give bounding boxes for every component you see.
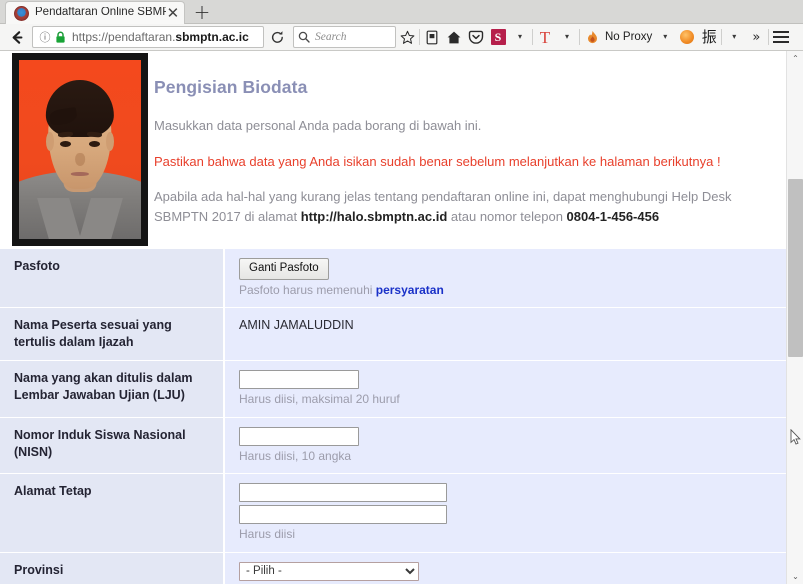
search-input[interactable]: Search (293, 26, 396, 48)
mouse-cursor-icon (790, 429, 801, 445)
row-value-nama-ijazah: AMIN JAMALUDDIN (224, 307, 786, 362)
t-extension-dropdown[interactable]: ▾ (556, 24, 578, 50)
scroll-up-arrow-icon[interactable]: ⌃ (787, 51, 803, 66)
table-row: Alamat Tetap Harus diisi (0, 473, 786, 553)
row-value-provinsi: - Pilih - Pilih salah satu (224, 551, 786, 584)
scrollbar-thumb[interactable] (788, 179, 803, 357)
library-icon[interactable] (421, 24, 443, 50)
url-prefix: https://pendaftaran. (72, 30, 176, 44)
browser-window: Pendaftaran Online SBMP… ✕ + ⓘ https://p… (0, 0, 803, 584)
intro-help: Apabila ada hal-hal yang kurang jelas te… (154, 187, 778, 226)
vertical-scrollbar[interactable]: ⌃ ⌄ (786, 51, 803, 584)
help-line-2-b: atau nomor telepon (447, 208, 567, 224)
intro-lead: Masukkan data personal Anda pada borang … (154, 118, 482, 133)
url-domain: sbmptn.ac.ic (175, 30, 249, 44)
table-row: Nomor Induk Siswa Nasional (NISN) Harus … (0, 416, 786, 475)
url-bar[interactable]: ⓘ https://pendaftaran.sbmptn.ac.ic (32, 26, 264, 48)
intro-block: Pengisian Biodata Masukkan data personal… (154, 77, 778, 226)
help-line-1: Apabila ada hal-hal yang kurang jelas te… (154, 189, 699, 204)
alamat-tetap-line2-input[interactable] (239, 505, 447, 525)
provinsi-select[interactable]: - Pilih - (239, 561, 419, 581)
toolbar-separator-4 (721, 29, 723, 45)
table-row: Nama Peserta sesuai yang tertulis dalam … (0, 307, 786, 362)
tab-pendaftaran-online-sbmptn[interactable]: Pendaftaran Online SBMP… ✕ (5, 1, 185, 24)
row-value-nisn: Harus diisi, 10 angka (224, 416, 786, 475)
lock-icon (53, 29, 68, 45)
new-tab-button[interactable]: + (189, 2, 215, 22)
s-extension-dropdown[interactable]: ▾ (509, 24, 531, 50)
row-label-provinsi: Provinsi (0, 551, 225, 584)
nisn-input[interactable] (239, 426, 359, 446)
search-icon (298, 31, 310, 43)
row-label-nama-ijazah: Nama Peserta sesuai yang tertulis dalam … (0, 307, 225, 362)
t-extension-icon[interactable]: T (534, 24, 556, 50)
menu-hamburger-icon[interactable] (770, 24, 792, 50)
page-info-icon[interactable]: ⓘ (37, 29, 53, 45)
biodata-form-table: Pasfoto Ganti Pasfoto Pasfoto harus meme… (0, 247, 786, 584)
tab-strip: Pendaftaran Online SBMP… ✕ + (0, 0, 803, 24)
flame-extension-icon[interactable] (581, 24, 603, 50)
toolbar-separator-1 (419, 29, 420, 45)
pocket-icon[interactable] (465, 24, 487, 50)
nisn-hint: Harus diisi, 10 angka (239, 448, 352, 463)
toolbar-separator-5 (768, 29, 770, 45)
nama-ijazah-value: AMIN JAMALUDDIN (239, 318, 354, 333)
navigation-toolbar: ⓘ https://pendaftaran.sbmptn.ac.ic Searc… (0, 24, 803, 51)
alamat-tetap-hint: Harus diisi (239, 527, 296, 542)
intro-warning: Pastikan bahwa data yang Anda isikan sud… (154, 153, 721, 169)
close-icon[interactable]: ✕ (166, 5, 180, 21)
url-text: https://pendaftaran.sbmptn.ac.ic (72, 30, 249, 44)
bookmark-star-icon[interactable] (396, 24, 418, 50)
ganti-pasfoto-button[interactable]: Ganti Pasfoto (239, 258, 329, 280)
pasfoto-hint: Pasfoto harus memenuhi persyaratan (239, 283, 776, 299)
overflow-chevron-icon[interactable]: » (745, 24, 767, 50)
page-title: Pengisian Biodata (154, 77, 308, 97)
table-row: Pasfoto Ganti Pasfoto Pasfoto harus meme… (0, 247, 786, 309)
proxy-dropdown[interactable]: ▾ (654, 24, 676, 50)
home-icon[interactable] (443, 24, 465, 50)
sbmptn-favicon (14, 5, 29, 21)
tab-title: Pendaftaran Online SBMP… (35, 7, 166, 19)
back-button[interactable] (4, 24, 30, 50)
row-label-alamat-tetap: Alamat Tetap (0, 473, 225, 553)
row-label-pasfoto: Pasfoto (0, 247, 225, 309)
row-value-pasfoto: Ganti Pasfoto Pasfoto harus memenuhi per… (224, 247, 786, 309)
nama-lju-input[interactable] (239, 370, 359, 390)
toolbar-separator-2 (532, 29, 533, 45)
alamat-tetap-line1-input[interactable] (239, 483, 447, 503)
toolbar-separator-3 (579, 29, 580, 45)
furigana-dropdown[interactable]: ▾ (723, 24, 745, 50)
page-content: Pengisian Biodata Masukkan data personal… (0, 51, 786, 584)
page-header: Pengisian Biodata Masukkan data personal… (0, 51, 786, 248)
row-label-nisn: Nomor Induk Siswa Nasional (NISN) (0, 416, 225, 475)
orange-circle-extension-icon[interactable] (676, 24, 698, 50)
scroll-down-arrow-icon[interactable]: ⌄ (787, 569, 803, 584)
help-url: http://halo.sbmptn.ac.id (300, 208, 448, 224)
row-value-nama-lju: Harus diisi, maksimal 20 huruf (224, 360, 786, 418)
table-row: Nama yang akan ditulis dalam Lembar Jawa… (0, 360, 786, 418)
furigana-extension-icon[interactable]: 振 (698, 24, 720, 50)
s-extension-icon[interactable]: S (487, 24, 509, 50)
help-phone: 0804-1-456-456 (566, 208, 660, 224)
row-label-nama-lju: Nama yang akan ditulis dalam Lembar Jawa… (0, 360, 225, 418)
pasfoto-hint-text: Pasfoto harus memenuhi (239, 282, 376, 297)
avatar (19, 60, 141, 239)
search-placeholder: Search (315, 31, 347, 43)
pasfoto-preview (12, 53, 148, 246)
nama-lju-hint: Harus diisi, maksimal 20 huruf (239, 392, 400, 407)
page-viewport: Pengisian Biodata Masukkan data personal… (0, 51, 803, 584)
proxy-selector[interactable]: No Proxy (603, 24, 654, 50)
persyaratan-link[interactable]: persyaratan (376, 283, 444, 297)
row-value-alamat-tetap: Harus diisi (224, 473, 786, 553)
table-row: Provinsi - Pilih - Pilih salah satu (0, 551, 786, 584)
reload-button[interactable] (264, 24, 290, 50)
